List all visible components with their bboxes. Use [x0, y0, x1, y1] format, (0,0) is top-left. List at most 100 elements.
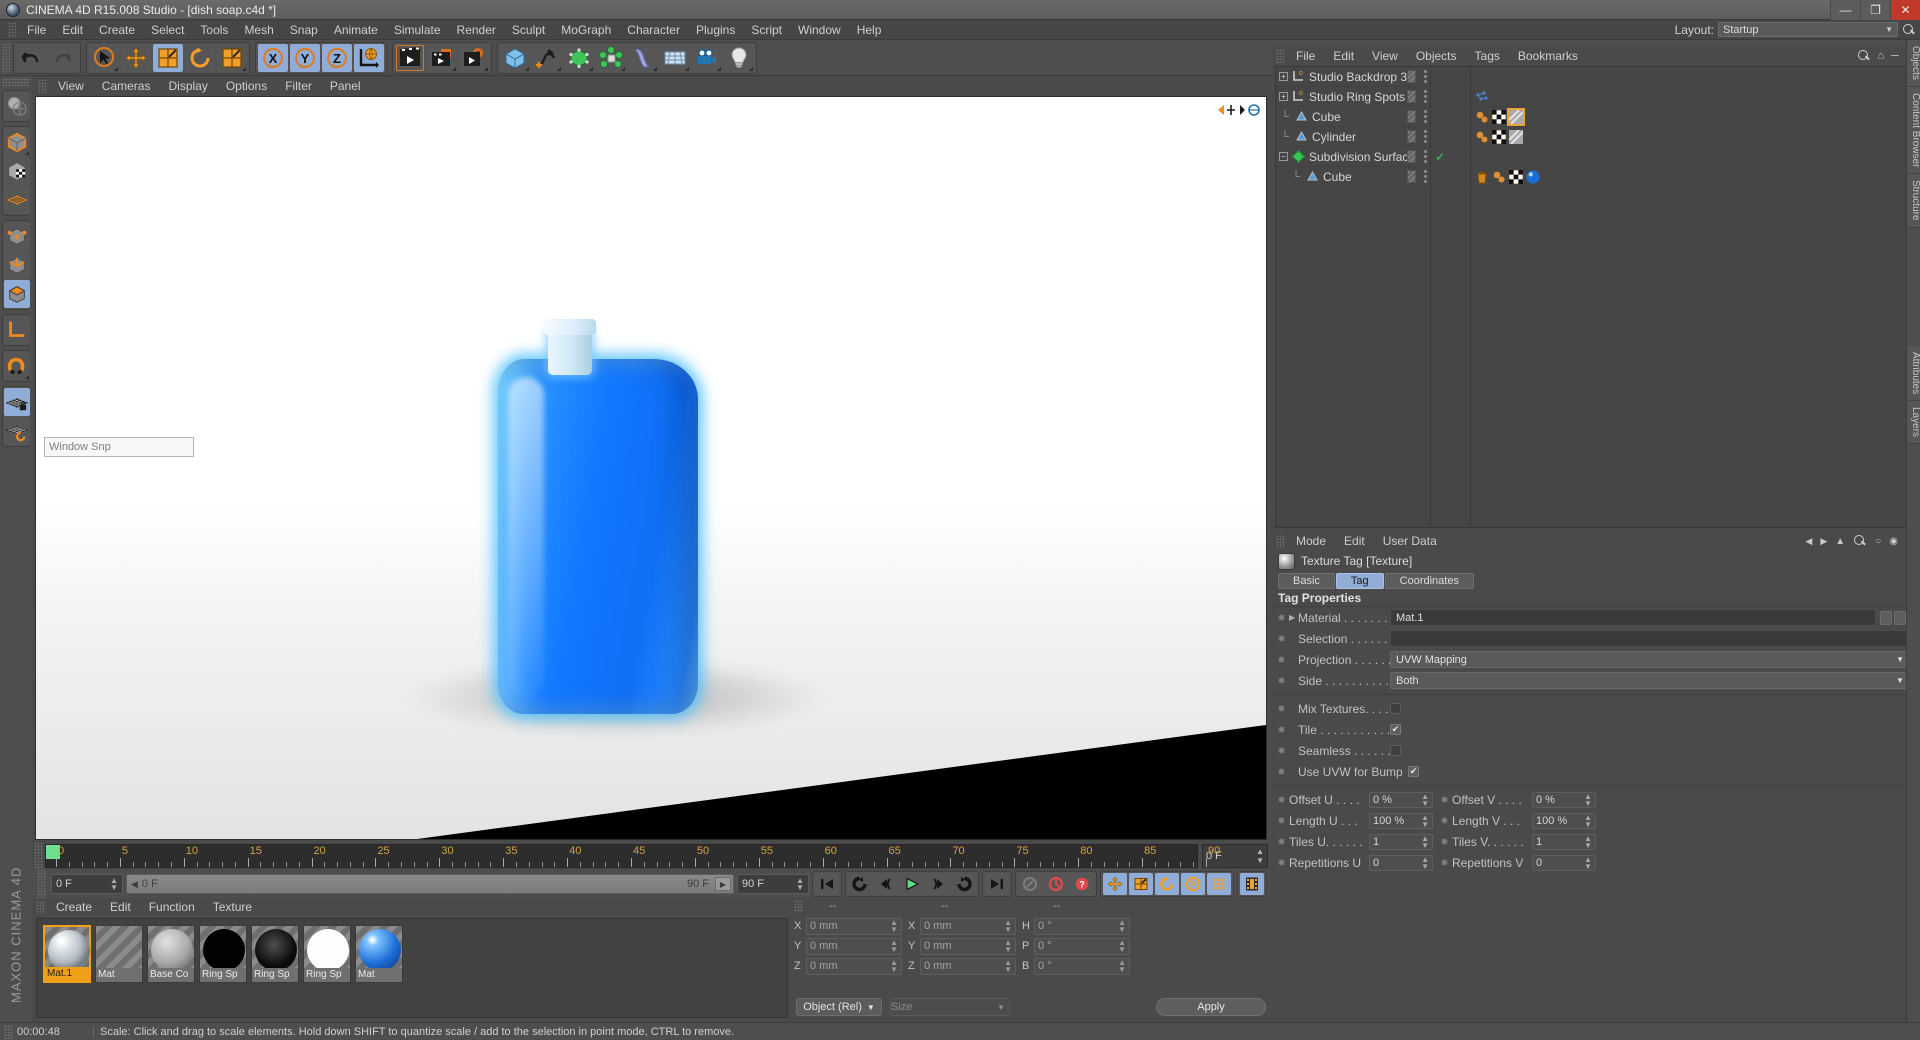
- add-spline-button[interactable]: [532, 43, 562, 72]
- repetitions-u-field[interactable]: 0 ▲ ▼: [1369, 854, 1433, 871]
- stepper-icon[interactable]: ▲ ▼: [1118, 959, 1126, 974]
- visibility-toggle[interactable]: [1407, 170, 1416, 183]
- uv-grid-icon[interactable]: [4, 186, 30, 214]
- expand-icon[interactable]: +: [1279, 72, 1288, 81]
- animate-dot-icon[interactable]: [1278, 635, 1285, 642]
- use-uvw-bump-checkbox[interactable]: ✔: [1408, 766, 1419, 777]
- stepper-icon[interactable]: ▲ ▼: [1004, 959, 1012, 974]
- offset-u-field[interactable]: 0 % ▲ ▼: [1369, 791, 1433, 808]
- size-y-field[interactable]: 0 mm ▲ ▼: [920, 937, 1016, 955]
- play-button[interactable]: [900, 873, 924, 895]
- stepper-icon[interactable]: ▲ ▼: [1118, 939, 1126, 954]
- stepper-icon[interactable]: ▲ ▼: [1421, 834, 1429, 849]
- material-field[interactable]: Mat.1: [1390, 609, 1876, 626]
- position-x-field[interactable]: 0 mm ▲ ▼: [806, 917, 902, 935]
- animate-dot-icon[interactable]: [1278, 768, 1285, 775]
- layer-dots-icon[interactable]: [1421, 70, 1430, 83]
- material-browse-icon[interactable]: [1880, 610, 1892, 625]
- stepper-icon[interactable]: ▲ ▼: [1256, 847, 1264, 865]
- menu-plugins[interactable]: Plugins: [688, 20, 743, 40]
- viewport-menu-display[interactable]: Display: [159, 76, 216, 96]
- menu-file[interactable]: File: [19, 20, 54, 40]
- step-back-button[interactable]: [874, 873, 898, 895]
- viewport-menu-filter[interactable]: Filter: [276, 76, 321, 96]
- attributes-menu-edit[interactable]: Edit: [1335, 531, 1374, 551]
- tab-basic[interactable]: Basic: [1278, 573, 1335, 589]
- timeline-scrubber[interactable]: ◀ 0 F 90 F ▶: [126, 874, 734, 894]
- object-menu-file[interactable]: File: [1287, 46, 1324, 66]
- side-select[interactable]: Both ▼: [1390, 672, 1910, 689]
- viewport-menu-view[interactable]: View: [49, 76, 93, 96]
- scrub-right-arrow-icon[interactable]: ▶: [715, 877, 731, 891]
- y-axis-button[interactable]: Y: [290, 43, 320, 72]
- layer-dots-icon[interactable]: [1421, 170, 1430, 183]
- magnet-icon[interactable]: [4, 352, 30, 380]
- menu-character[interactable]: Character: [619, 20, 688, 40]
- maximize-button[interactable]: ❐: [1860, 0, 1890, 20]
- animate-dot-icon[interactable]: [1278, 817, 1285, 824]
- tab-coordinates[interactable]: Coordinates: [1384, 573, 1474, 589]
- apply-button[interactable]: Apply: [1156, 998, 1266, 1016]
- coordinate-mode-select[interactable]: Object (Rel) ▼: [796, 998, 882, 1016]
- texture-cube-icon[interactable]: [4, 157, 30, 185]
- animate-dot-icon[interactable]: [1278, 726, 1285, 733]
- add-array-button[interactable]: [596, 43, 626, 72]
- stepper-icon[interactable]: ▲ ▼: [1421, 792, 1429, 807]
- scrub-left-arrow-icon[interactable]: ◀: [131, 879, 138, 890]
- phong-icon[interactable]: [1475, 110, 1489, 124]
- visibility-toggle[interactable]: [1407, 130, 1416, 143]
- z-axis-button[interactable]: Z: [322, 43, 352, 72]
- tile-checkbox[interactable]: ✔: [1390, 724, 1401, 735]
- record-settings-button[interactable]: [1018, 873, 1042, 895]
- offset-v-field[interactable]: 0 % ▲ ▼: [1532, 791, 1596, 808]
- menu-snap[interactable]: Snap: [282, 20, 326, 40]
- transform-button[interactable]: [217, 43, 247, 72]
- stepper-icon[interactable]: ▲ ▼: [110, 877, 118, 892]
- object-menu-bookmarks[interactable]: Bookmarks: [1509, 46, 1587, 66]
- material-manager-grip[interactable]: [36, 900, 45, 914]
- material-item[interactable]: Mat.1: [43, 925, 91, 983]
- object-tree[interactable]: + o Studio Backdrop 360° + o Studio Ring…: [1275, 66, 1917, 528]
- rotation-h-field[interactable]: 0 ° ▲ ▼: [1034, 917, 1130, 935]
- viewport-menu-panel[interactable]: Panel: [321, 76, 370, 96]
- grey-material-icon[interactable]: [1508, 128, 1524, 145]
- coordinates-grip[interactable]: [794, 900, 803, 912]
- live-selection-button[interactable]: [89, 43, 119, 72]
- render-to-picture-viewer-button[interactable]: [427, 43, 457, 72]
- seamless-checkbox[interactable]: [1390, 745, 1401, 756]
- left-toolbar-grip[interactable]: [2, 78, 30, 86]
- key-position-button[interactable]: [1103, 873, 1127, 895]
- visibility-toggle[interactable]: [1407, 150, 1416, 163]
- animate-dot-icon[interactable]: [1441, 817, 1448, 824]
- key-param-button[interactable]: P: [1181, 873, 1205, 895]
- dock-tab-attributes[interactable]: Attributes: [1907, 345, 1920, 402]
- viewport-grip[interactable]: [38, 79, 47, 93]
- menu-grip[interactable]: [8, 21, 17, 38]
- add-cube-button[interactable]: [500, 43, 530, 72]
- search-icon[interactable]: [1853, 534, 1867, 548]
- length-u-field[interactable]: 100 % ▲ ▼: [1369, 812, 1433, 829]
- menu-window[interactable]: Window: [790, 20, 849, 40]
- chevron-right-icon[interactable]: ▶: [1289, 613, 1296, 622]
- mix-textures-checkbox[interactable]: [1390, 703, 1401, 714]
- tiles-u-field[interactable]: 1 ▲ ▼: [1369, 833, 1433, 850]
- rotate-button[interactable]: [185, 43, 215, 72]
- preview-end-field[interactable]: 90 F ▲ ▼: [737, 874, 809, 894]
- viewport-menu-cameras[interactable]: Cameras: [93, 76, 160, 96]
- polygons-cube-icon[interactable]: [4, 280, 30, 308]
- checker-texture-icon[interactable]: [1491, 129, 1507, 144]
- lock-icon[interactable]: ○: [1875, 536, 1881, 547]
- attributes-menu-userdata[interactable]: User Data: [1374, 531, 1446, 551]
- render-settings-button[interactable]: [459, 43, 489, 72]
- go-to-end-button[interactable]: [985, 873, 1009, 895]
- object-row-studio-backdrop[interactable]: + o Studio Backdrop 360°: [1276, 67, 1430, 87]
- animate-dot-icon[interactable]: [1441, 859, 1448, 866]
- visibility-toggle[interactable]: [1407, 110, 1416, 123]
- layer-dots-icon[interactable]: [1421, 90, 1430, 103]
- material-menu-texture[interactable]: Texture: [204, 897, 261, 917]
- stepper-icon[interactable]: ▲ ▼: [890, 919, 898, 934]
- expand-icon[interactable]: +: [1279, 92, 1288, 101]
- nav-back-icon[interactable]: ◀: [1805, 536, 1812, 547]
- object-row-cube-1[interactable]: └ Cube: [1276, 107, 1430, 127]
- add-scene-button[interactable]: [660, 43, 690, 72]
